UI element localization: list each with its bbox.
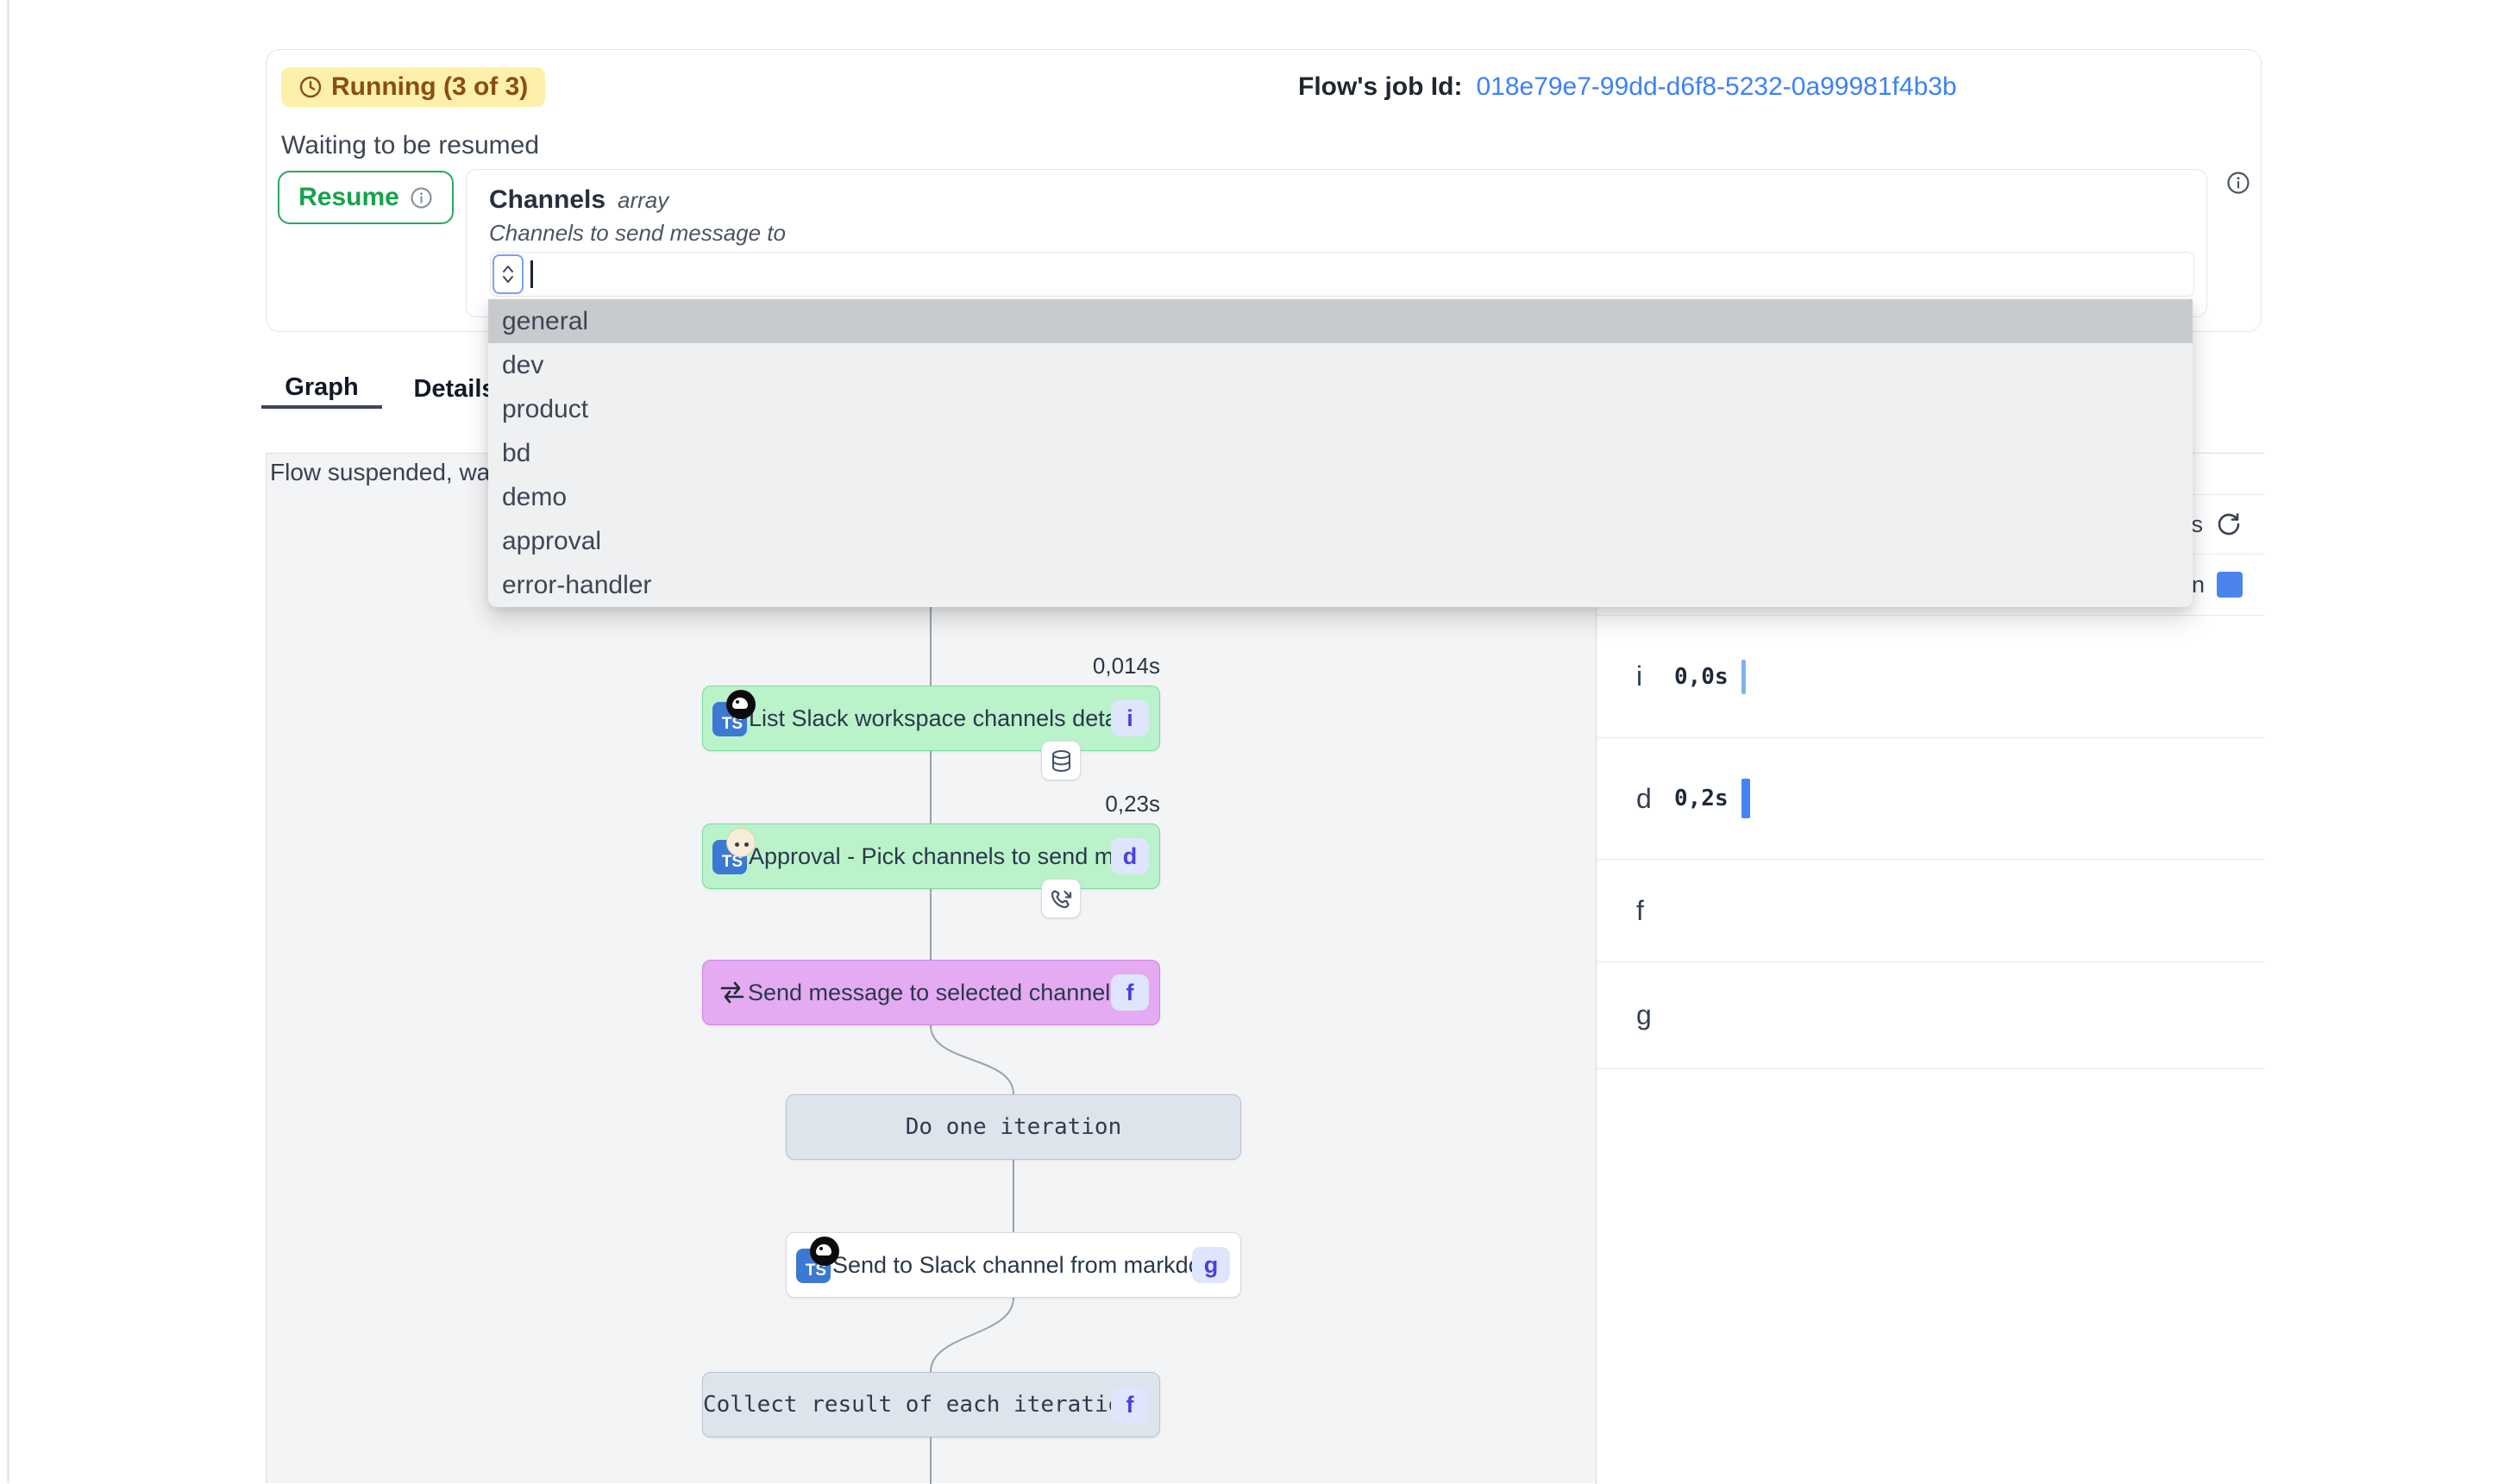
legend-color-swatch — [2217, 572, 2243, 598]
resume-form-box: Channels array Channels to send message t… — [466, 169, 2207, 317]
status-badge: Running (3 of 3) — [281, 67, 545, 107]
flow-node-collect-result[interactable]: Collect result of each iteration f — [702, 1372, 1160, 1437]
flow-node-list-channels[interactable]: TS List Slack workspace channels details… — [702, 686, 1160, 751]
resume-button-label: Resume — [298, 183, 399, 212]
dropdown-option-bd[interactable]: bd — [488, 431, 2193, 475]
node-duration: 0,23s — [702, 791, 1160, 817]
timeline-row-i[interactable]: i 0,0s — [1597, 616, 2265, 738]
flow-node-approval[interactable]: TS Approval - Pick channels to send me… … — [702, 823, 1160, 889]
resume-button[interactable]: Resume — [278, 171, 454, 224]
timeline-row-d[interactable]: d 0,2s — [1597, 738, 2265, 860]
waiting-text: Waiting to be resumed — [281, 131, 539, 160]
phone-incoming-icon — [1041, 879, 1081, 918]
info-icon — [410, 186, 433, 210]
step-label: g — [1636, 999, 1662, 1031]
field-title: Channels array — [489, 185, 668, 215]
channels-input[interactable] — [490, 252, 2194, 297]
refresh-icon[interactable] — [2215, 510, 2243, 538]
page-left-divider — [7, 0, 9, 1483]
flow-suspended-text: Flow suspended, wa — [270, 459, 490, 486]
node-label: Do one iteration — [787, 1114, 1240, 1140]
info-icon[interactable] — [2226, 171, 2250, 195]
flow-graph-section: Flow suspended, wa 0,014s TS List Slack … — [266, 453, 2264, 1483]
dropdown-option-dev[interactable]: dev — [488, 343, 2193, 387]
flow-node-send-markdown[interactable]: TS Send to Slack channel from markdo… g — [786, 1232, 1241, 1298]
dropdown-option-demo[interactable]: demo — [488, 475, 2193, 519]
node-label: Send message to selected channels — [748, 980, 1111, 1006]
timeline-row-g[interactable]: g — [1597, 962, 2265, 1069]
field-name: Channels — [489, 185, 606, 214]
field-description: Channels to send message to — [489, 220, 786, 247]
timeline-bar — [1741, 779, 1750, 818]
node-duration: 0,014s — [702, 653, 1160, 679]
status-badge-label: Running (3 of 3) — [331, 72, 528, 102]
text-cursor — [530, 260, 533, 288]
clock-icon — [298, 75, 323, 99]
flow-status-card: Running (3 of 3) Flow's job Id: 018e79e7… — [266, 49, 2262, 332]
step-duration: 0,2s — [1674, 786, 1729, 811]
view-tabs: Graph Details — [261, 369, 515, 409]
dropdown-option-general[interactable]: general — [488, 299, 2193, 343]
node-label: List Slack workspace channels details — [749, 705, 1111, 732]
node-id-badge: f — [1111, 1387, 1149, 1423]
typescript-bun-icon: TS — [712, 838, 749, 874]
cache-icon — [1041, 741, 1081, 780]
dropdown-option-product[interactable]: product — [488, 387, 2193, 431]
step-label: f — [1636, 895, 1662, 927]
node-id-badge: g — [1192, 1247, 1230, 1283]
node-id-badge: d — [1111, 838, 1149, 874]
typescript-deno-icon: TS — [712, 700, 749, 736]
node-label: Send to Slack channel from markdo… — [832, 1252, 1192, 1279]
typescript-deno-icon: TS — [796, 1247, 832, 1283]
node-label: Approval - Pick channels to send me… — [749, 843, 1111, 870]
node-label: Collect result of each iteration — [703, 1392, 1111, 1418]
step-label: d — [1636, 783, 1662, 815]
repeat-loop-icon — [717, 977, 748, 1008]
job-id-label: Flow's job Id: — [1298, 72, 1462, 102]
channels-dropdown: general dev product bd demo approval err… — [488, 299, 2193, 607]
dropdown-option-approval[interactable]: approval — [488, 519, 2193, 563]
field-type: array — [618, 187, 668, 213]
tab-graph[interactable]: Graph — [261, 369, 382, 409]
job-id-link[interactable]: 018e79e7-99dd-d6f8-5232-0a99981f4b3b — [1476, 72, 1956, 102]
node-id-badge: i — [1111, 700, 1149, 736]
flow-node-do-iteration[interactable]: Do one iteration — [786, 1094, 1241, 1160]
job-id-row: Flow's job Id: 018e79e7-99dd-d6f8-5232-0… — [1298, 72, 1957, 102]
flow-node-forloop[interactable]: Send message to selected channels f — [702, 960, 1160, 1025]
timeline-panel: 5s on i 0,0s d 0,2s — [1596, 454, 2265, 1484]
step-duration: 0,0s — [1674, 664, 1729, 690]
timeline-row-f[interactable]: f — [1597, 860, 2265, 962]
timeline-bar — [1741, 660, 1746, 694]
node-id-badge: f — [1111, 974, 1149, 1011]
step-label: i — [1636, 661, 1662, 692]
chevrons-up-down-icon[interactable] — [493, 254, 524, 294]
dropdown-option-error-handler[interactable]: error-handler — [488, 563, 2193, 607]
